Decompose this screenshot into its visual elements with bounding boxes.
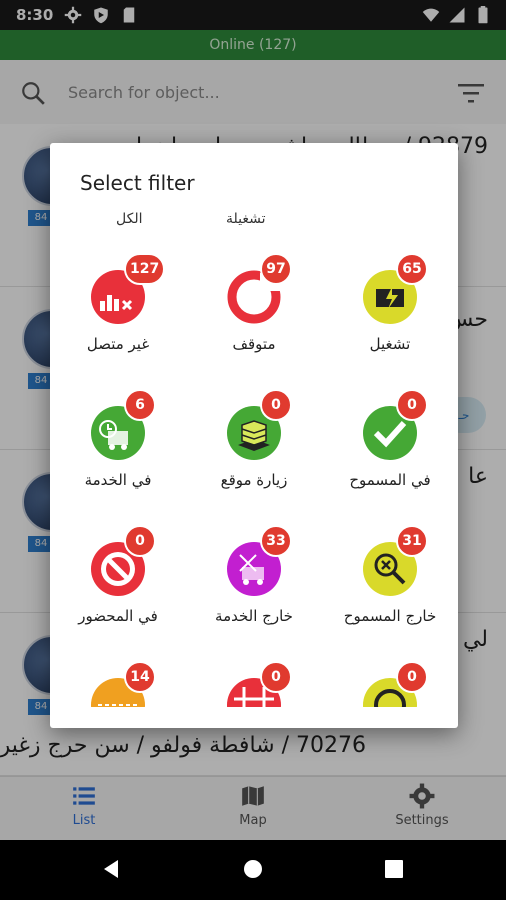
- filter-option[interactable]: 0 زيارة موقع: [186, 371, 322, 507]
- count-badge: 6: [124, 389, 156, 421]
- recent-apps-icon[interactable]: [385, 860, 403, 878]
- filter-label: زيارة موقع: [220, 471, 288, 489]
- filter-option[interactable]: 0 في المسموح: [322, 371, 458, 507]
- filter-label-partial: الكل: [116, 211, 143, 227]
- filter-label: في المسموح: [349, 471, 431, 489]
- count-badge: 0: [260, 389, 292, 421]
- dialog-title: Select filter: [80, 171, 195, 195]
- filter-label: متوقف: [232, 335, 276, 353]
- filter-label: خارج المسموح: [343, 607, 437, 625]
- count-badge: 31: [396, 525, 428, 557]
- filter-label-partial: تشغيلة: [226, 211, 266, 227]
- count-badge: 0: [260, 661, 292, 693]
- count-badge: 65: [396, 253, 428, 285]
- count-badge: 0: [124, 525, 156, 557]
- system-navigation-bar: [0, 840, 506, 900]
- count-badge: 14: [124, 661, 156, 693]
- filter-option[interactable]: 97 متوقف: [186, 235, 322, 371]
- filter-label: غير متصل: [86, 335, 150, 353]
- count-badge: 127: [124, 253, 166, 285]
- filter-option[interactable]: 0: [186, 643, 322, 707]
- filter-label: في الخدمة: [84, 471, 152, 489]
- count-badge: 97: [260, 253, 292, 285]
- back-icon[interactable]: [100, 858, 122, 880]
- count-badge: 33: [260, 525, 292, 557]
- filter-option[interactable]: 0 في المحضور: [50, 507, 186, 643]
- select-filter-dialog: Select filter الكل تشغيلة 127 غير متصل 97 م…: [50, 143, 458, 728]
- home-icon[interactable]: [242, 858, 264, 880]
- count-badge: 0: [396, 661, 428, 693]
- filter-label: تشغيل: [369, 335, 411, 353]
- count-badge: 0: [396, 389, 428, 421]
- filter-grid: الكل تشغيلة 127 غير متصل 97 متوقف 65 تشغيل 6 في…: [50, 207, 458, 707]
- filter-option[interactable]: 127 غير متصل: [50, 235, 186, 371]
- filter-label: خارج الخدمة: [215, 607, 293, 625]
- filter-option[interactable]: 33 خارج الخدمة: [186, 507, 322, 643]
- filter-option[interactable]: 0: [322, 643, 458, 707]
- filter-label: في المحضور: [78, 607, 158, 625]
- filter-option[interactable]: 31 خارج المسموح: [322, 507, 458, 643]
- filter-option[interactable]: 65 تشغيل: [322, 235, 458, 371]
- filter-option[interactable]: 14: [50, 643, 186, 707]
- filter-option[interactable]: 6 في الخدمة: [50, 371, 186, 507]
